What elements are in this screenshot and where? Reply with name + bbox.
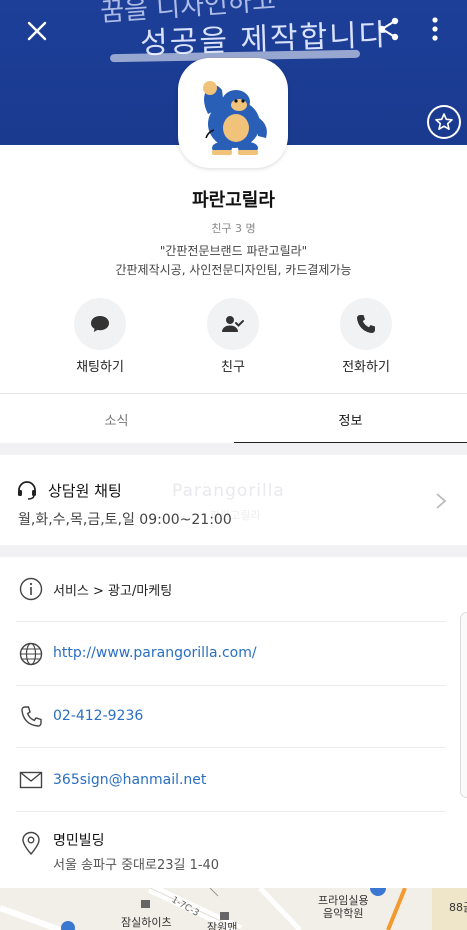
chat-button[interactable]: 채팅하기 bbox=[40, 298, 160, 375]
share-button[interactable] bbox=[376, 16, 402, 42]
mail-icon bbox=[19, 771, 43, 789]
website-row[interactable]: http://www.parangorilla.com/ bbox=[16, 622, 446, 686]
address-title: 명민빌딩 bbox=[53, 833, 105, 849]
share-icon bbox=[378, 17, 399, 41]
call-button-label: 전화하기 bbox=[342, 360, 390, 375]
chat-button-label: 채팅하기 bbox=[76, 360, 124, 375]
phone-link[interactable]: 02-412-9236 bbox=[53, 708, 143, 724]
address-row[interactable]: 명민빌딩 서울 송파구 중대로23길 1-40 bbox=[16, 812, 446, 888]
map-label-apartment: 잠실하이츠 bbox=[121, 916, 172, 929]
close-icon bbox=[27, 21, 47, 41]
friend-button[interactable]: 친구 bbox=[173, 298, 293, 375]
friend-button-label: 친구 bbox=[221, 360, 245, 375]
favorite-button[interactable] bbox=[427, 105, 461, 139]
map-label-academy-2: 음악학원 bbox=[323, 907, 364, 920]
counsel-watermark-title: Parangorilla bbox=[172, 481, 285, 501]
tab-news[interactable]: 소식 bbox=[0, 394, 233, 444]
headset-icon bbox=[18, 481, 36, 500]
counsel-title: 상담원 채팅 bbox=[48, 482, 122, 500]
profile-description-line-1: "간판전문브랜드 파란고릴라" bbox=[159, 244, 308, 258]
phone-row[interactable]: 02-412-9236 bbox=[16, 686, 446, 748]
person-check-icon bbox=[222, 316, 244, 332]
category-text: 서비스 > 광고/마케팅 bbox=[53, 584, 173, 599]
section-divider bbox=[0, 545, 467, 557]
more-vertical-icon bbox=[432, 17, 438, 41]
address-text: 서울 송파구 중대로23길 1-40 bbox=[53, 858, 220, 873]
map-label-edge: 88골 bbox=[449, 901, 467, 914]
tab-info[interactable]: 정보 bbox=[234, 394, 467, 444]
more-options-button[interactable] bbox=[424, 14, 446, 44]
side-scroll-handle[interactable] bbox=[460, 612, 467, 798]
call-button-circle bbox=[340, 298, 392, 350]
profile-tabs: 소식 정보 bbox=[0, 393, 467, 444]
map-preview[interactable]: 프라임실용 음악학원 잠실하이츠 잠원맨 88골 1-7C-3 bbox=[0, 888, 467, 930]
phone-outline-icon bbox=[21, 706, 42, 727]
info-circle-icon bbox=[19, 577, 43, 601]
profile-photo[interactable] bbox=[178, 58, 288, 168]
chat-button-circle bbox=[74, 298, 126, 350]
close-button[interactable] bbox=[22, 16, 52, 46]
friend-count: 친구 3 명 bbox=[211, 222, 256, 235]
chevron-right-icon bbox=[436, 493, 447, 509]
phone-icon bbox=[357, 315, 375, 333]
website-link[interactable]: http://www.parangorilla.com/ bbox=[53, 645, 257, 661]
email-link[interactable]: 365sign@hanmail.net bbox=[53, 772, 206, 788]
profile-name: 파란고릴라 bbox=[192, 190, 275, 211]
gorilla-mascot-image bbox=[203, 81, 267, 155]
counsel-chat-row[interactable]: Parangorilla 파란고릴라 상담원 채팅 월,화,수,목,금,토,일 … bbox=[0, 455, 467, 545]
location-pin-icon bbox=[22, 831, 40, 856]
friend-button-circle bbox=[207, 298, 259, 350]
email-row[interactable]: 365sign@hanmail.net bbox=[16, 748, 446, 812]
profile-description-line-2: 간판제작시공, 사인전문디자인팀, 카드결제가능 bbox=[115, 263, 352, 277]
map-label-building: 잠원맨 bbox=[207, 921, 238, 930]
chat-bubble-icon bbox=[91, 316, 109, 332]
star-icon bbox=[435, 113, 453, 130]
counsel-hours: 월,화,수,목,금,토,일 09:00~21:00 bbox=[18, 512, 232, 528]
globe-icon bbox=[19, 642, 43, 666]
section-divider bbox=[0, 443, 467, 455]
call-button[interactable]: 전화하기 bbox=[306, 298, 426, 375]
category-row: 서비스 > 광고/마케팅 bbox=[16, 558, 446, 622]
